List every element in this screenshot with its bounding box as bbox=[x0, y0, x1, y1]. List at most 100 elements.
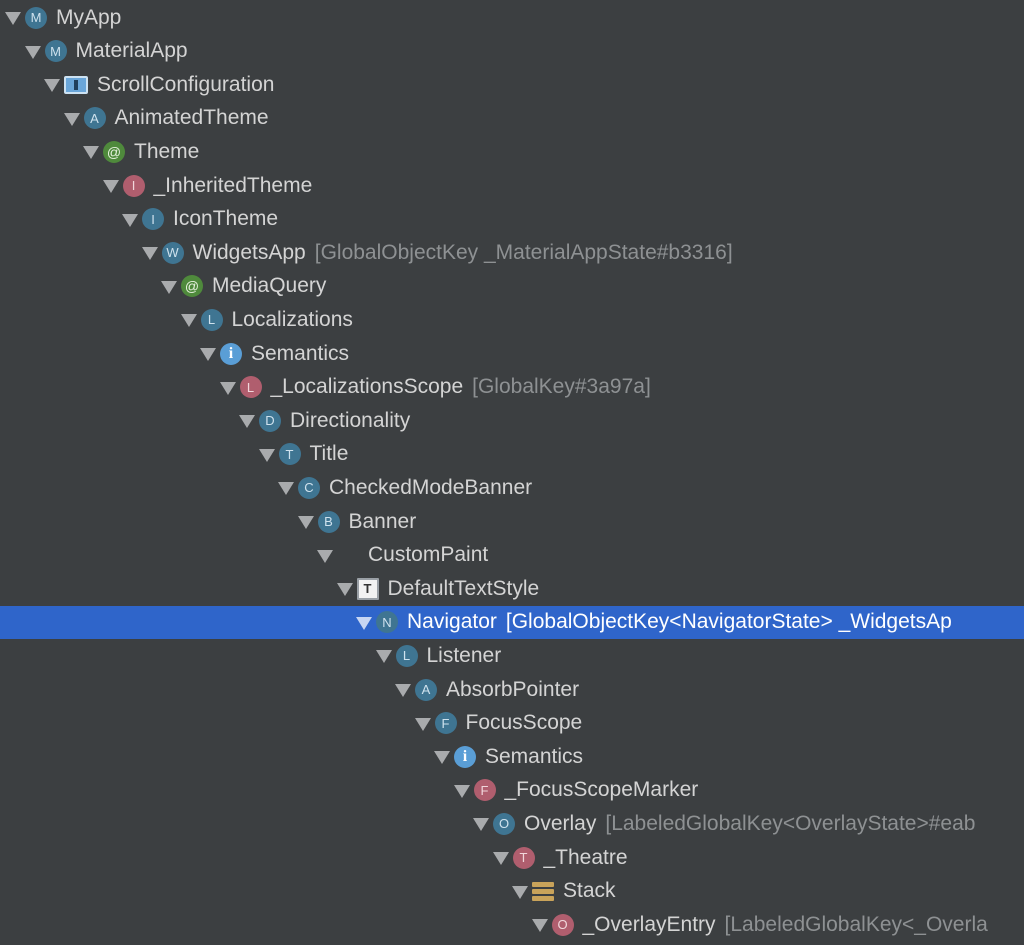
tree-row[interactable]: L Localizations bbox=[0, 303, 1024, 336]
expand-toggle-icon[interactable] bbox=[161, 280, 177, 294]
widget-type-icon: N bbox=[376, 611, 398, 634]
tree-row[interactable]: Stack bbox=[0, 875, 1024, 908]
widget-name: ScrollConfiguration bbox=[97, 72, 275, 96]
tree-row[interactable]: A AnimatedTheme bbox=[0, 102, 1024, 135]
widget-tree[interactable]: M MyApp M MaterialApp ScrollConfiguration A An… bbox=[0, 0, 1024, 945]
widget-type-icon: A bbox=[83, 107, 106, 130]
widget-type-icon: I bbox=[142, 208, 164, 231]
tree-row[interactable]: N Navigator [GlobalObjectKey<NavigatorStat… bbox=[0, 605, 1024, 639]
expand-toggle-icon[interactable] bbox=[453, 784, 470, 798]
tree-row[interactable]: C CheckedModeBanner bbox=[0, 471, 1024, 504]
widget-name: Listener bbox=[426, 643, 502, 667]
expand-toggle-icon[interactable] bbox=[219, 381, 236, 395]
widget-name: Navigator bbox=[407, 610, 497, 634]
widget-type-icon: T bbox=[512, 846, 535, 869]
widget-type-icon: W bbox=[161, 241, 184, 264]
expand-toggle-icon[interactable] bbox=[512, 885, 528, 899]
expand-toggle-icon[interactable] bbox=[375, 650, 392, 664]
tree-row[interactable]: i Semantics bbox=[0, 337, 1024, 370]
widget-name: _InheritedTheme bbox=[153, 173, 313, 197]
expand-toggle-icon[interactable] bbox=[492, 852, 509, 865]
expand-toggle-icon[interactable] bbox=[180, 314, 197, 328]
expand-toggle-icon[interactable] bbox=[258, 448, 275, 462]
tree-row[interactable]: M MaterialApp bbox=[0, 35, 1024, 68]
tree-row[interactable]: ScrollConfiguration bbox=[0, 68, 1024, 101]
expand-toggle-icon[interactable] bbox=[239, 415, 255, 429]
info-icon: i bbox=[454, 745, 476, 768]
tree-row[interactable]: F FocusScope bbox=[0, 707, 1024, 740]
expand-toggle-icon[interactable] bbox=[317, 549, 333, 563]
tree-row[interactable]: L _LocalizationsScope [GlobalKey#3a97a] bbox=[0, 371, 1024, 404]
tree-row[interactable]: L Listener bbox=[0, 639, 1024, 672]
widget-type-icon: L bbox=[395, 644, 418, 667]
expand-toggle-icon[interactable] bbox=[122, 213, 138, 227]
tree-row[interactable]: @ Theme bbox=[0, 135, 1024, 168]
tree-row[interactable]: I IconTheme bbox=[0, 203, 1024, 236]
expand-toggle-icon[interactable] bbox=[102, 180, 119, 193]
widget-name: Banner bbox=[348, 509, 417, 533]
tree-row[interactable]: B Banner bbox=[0, 505, 1024, 538]
widget-name: Theme bbox=[134, 139, 200, 163]
widget-type-icon: F bbox=[473, 779, 496, 802]
widget-type-icon: M bbox=[44, 40, 67, 63]
scroll-configuration-icon bbox=[64, 75, 88, 94]
expand-toggle-icon[interactable] bbox=[395, 684, 411, 697]
widget-name: FocusScope bbox=[465, 711, 583, 735]
tree-row[interactable]: W WidgetsApp [GlobalObjectKey _MaterialApp… bbox=[0, 236, 1024, 269]
expand-toggle-icon[interactable] bbox=[24, 45, 41, 59]
widget-key: [LabeledGlobalKey<_Overla bbox=[724, 912, 988, 936]
expand-toggle-icon[interactable] bbox=[83, 146, 99, 160]
widget-name: DefaultTextStyle bbox=[387, 576, 540, 600]
widget-type-icon: L bbox=[239, 376, 262, 399]
widget-key: [LabeledGlobalKey<OverlayState>#eab bbox=[605, 811, 976, 835]
widget-key: [GlobalObjectKey _MaterialAppState#b3316… bbox=[314, 240, 733, 264]
widget-name: MyApp bbox=[56, 5, 122, 29]
expand-toggle-icon[interactable] bbox=[531, 919, 548, 933]
expand-toggle-icon[interactable] bbox=[200, 348, 216, 361]
tree-row[interactable]: D Directionality bbox=[0, 404, 1024, 437]
tree-row[interactable]: M MyApp bbox=[0, 1, 1024, 34]
expand-toggle-icon[interactable] bbox=[44, 79, 60, 93]
expand-toggle-icon[interactable] bbox=[278, 482, 294, 496]
tree-row[interactable]: O _OverlayEntry [LabeledGlobalKey<_Overla bbox=[0, 908, 1024, 941]
widget-name: MediaQuery bbox=[212, 274, 327, 298]
tree-row[interactable]: @ MediaQuery bbox=[0, 270, 1024, 303]
stack-icon bbox=[532, 880, 554, 902]
custom-paint-icon bbox=[337, 544, 359, 566]
tree-row[interactable]: CustomPaint bbox=[0, 539, 1024, 572]
expand-toggle-icon[interactable] bbox=[5, 12, 21, 25]
tree-row[interactable]: T DefaultTextStyle bbox=[0, 572, 1024, 605]
expand-toggle-icon[interactable] bbox=[356, 616, 372, 630]
widget-type-icon: M bbox=[25, 6, 47, 29]
widget-name: Semantics bbox=[485, 744, 584, 768]
widget-type-icon: D bbox=[259, 409, 281, 432]
expand-toggle-icon[interactable] bbox=[473, 818, 489, 832]
widget-type-icon: O bbox=[493, 812, 515, 835]
tree-row[interactable]: A AbsorbPointer bbox=[0, 673, 1024, 706]
widget-key: [GlobalObjectKey<NavigatorState> _Widget… bbox=[505, 610, 952, 634]
widget-name: Overlay bbox=[524, 811, 597, 835]
widget-name: Stack bbox=[563, 879, 616, 903]
widget-name: _OverlayEntry bbox=[582, 912, 716, 936]
tree-row[interactable]: T Title bbox=[0, 438, 1024, 471]
widget-name: Semantics bbox=[251, 341, 350, 365]
tree-row[interactable]: I _InheritedTheme bbox=[0, 169, 1024, 202]
expand-toggle-icon[interactable] bbox=[414, 717, 431, 731]
widget-name: IconTheme bbox=[173, 207, 279, 231]
widget-type-icon: I bbox=[122, 174, 145, 197]
tree-row[interactable]: T _Theatre bbox=[0, 841, 1024, 874]
expand-toggle-icon[interactable] bbox=[297, 516, 314, 529]
expand-toggle-icon[interactable] bbox=[63, 112, 80, 126]
expand-toggle-icon[interactable] bbox=[141, 247, 158, 261]
widget-type-icon: C bbox=[298, 476, 320, 499]
widget-name: CustomPaint bbox=[368, 543, 489, 567]
widget-name: Directionality bbox=[290, 408, 411, 432]
info-icon: i bbox=[220, 342, 242, 365]
tree-row[interactable]: i Semantics bbox=[0, 740, 1024, 773]
widget-type-icon: @ bbox=[181, 275, 203, 298]
tree-row[interactable]: F _FocusScopeMarker bbox=[0, 774, 1024, 807]
expand-toggle-icon[interactable] bbox=[434, 751, 450, 765]
tree-row[interactable]: O Overlay [LabeledGlobalKey<OverlayState>#… bbox=[0, 807, 1024, 840]
widget-key: [GlobalKey#3a97a] bbox=[472, 375, 651, 399]
expand-toggle-icon[interactable] bbox=[336, 583, 353, 597]
